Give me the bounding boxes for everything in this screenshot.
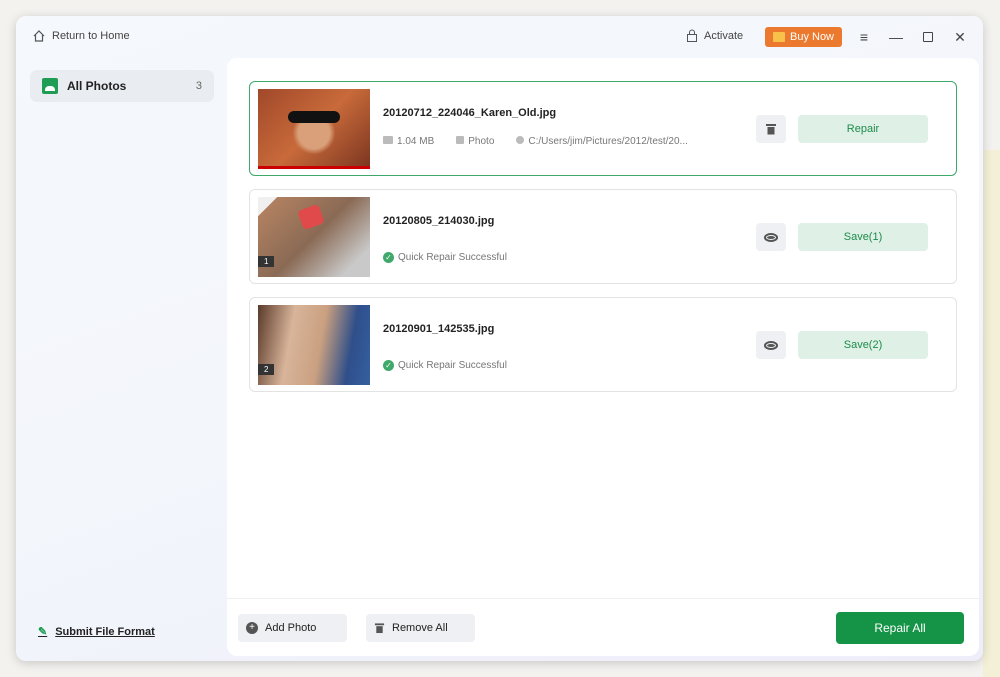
plus-icon: + [246, 622, 258, 634]
file-name: 20120901_142535.jpg [383, 323, 495, 335]
preview-button[interactable] [756, 331, 786, 359]
file-card[interactable]: 2 20120901_142535.jpg ✓ Quick Repair Succ… [249, 297, 957, 392]
activate-label: Activate [704, 29, 744, 42]
file-name: 20120805_214030.jpg [383, 215, 495, 227]
trash-icon [766, 124, 776, 135]
eye-icon [764, 232, 778, 242]
file-list-panel: 20120712_224046_Karen_Old.jpg 1.04 MB Ph… [227, 58, 979, 656]
sidebar-item-count: 3 [195, 80, 202, 92]
sidebar-item-all-photos[interactable]: All Photos 3 [30, 70, 214, 102]
thumbnail: 2 [258, 305, 370, 385]
thumbnail: 1 [258, 197, 370, 277]
repair-all-button[interactable]: Repair All [836, 612, 964, 644]
menu-icon[interactable]: ≡ [854, 27, 874, 47]
delete-button[interactable] [756, 115, 786, 143]
footer-bar: + Add Photo Remove All Repair All [227, 598, 979, 656]
version-badge: 2 [258, 364, 275, 375]
maximize-icon[interactable] [918, 27, 938, 47]
check-icon: ✓ [383, 360, 394, 371]
lock-icon [687, 29, 697, 42]
thumbnail [258, 89, 370, 169]
file-type: Photo [456, 136, 494, 147]
check-icon: ✓ [383, 252, 394, 263]
folder-icon [383, 136, 393, 144]
app-window: Return to Home Activate Buy Now ≡ — ✕ Al… [16, 16, 983, 661]
location-icon [516, 136, 525, 144]
remove-all-button[interactable]: Remove All [366, 614, 475, 642]
minimize-icon[interactable]: — [886, 27, 906, 47]
buy-now-button[interactable]: Buy Now [765, 27, 842, 47]
file-meta: 1.04 MB Photo C:/Users/jim/Pictures/2012… [383, 136, 688, 147]
cart-icon [772, 32, 785, 42]
return-home-label: Return to Home [52, 30, 130, 42]
title-bar: Return to Home Activate Buy Now ≡ — ✕ [16, 16, 983, 58]
repair-button[interactable]: Repair [798, 115, 928, 143]
return-home-button[interactable]: Return to Home [32, 29, 130, 43]
save-button[interactable]: Save(1) [798, 223, 928, 251]
activate-button[interactable]: Activate [686, 29, 743, 42]
repair-status: ✓ Quick Repair Successful [383, 360, 507, 371]
file-size: 1.04 MB [383, 136, 434, 147]
save-button[interactable]: Save(2) [798, 331, 928, 359]
repair-status: ✓ Quick Repair Successful [383, 252, 507, 263]
trash-icon [374, 623, 385, 634]
version-badge: 1 [258, 256, 275, 267]
file-path: C:/Users/jim/Pictures/2012/test/20... [516, 136, 688, 147]
submit-file-format-link[interactable]: ✎ Submit File Format [38, 625, 155, 639]
eye-icon [764, 340, 778, 350]
preview-button[interactable] [756, 223, 786, 251]
sidebar-item-label: All Photos [67, 79, 127, 93]
file-card[interactable]: 1 20120805_214030.jpg ✓ Quick Repair Succ… [249, 189, 957, 284]
add-photo-button[interactable]: + Add Photo [238, 614, 347, 642]
file-name: 20120712_224046_Karen_Old.jpg [383, 107, 557, 119]
close-icon[interactable]: ✕ [950, 27, 970, 47]
background-window [983, 150, 1000, 677]
home-icon [33, 30, 45, 42]
photo-icon [42, 78, 58, 94]
file-icon [456, 136, 465, 144]
file-card[interactable]: 20120712_224046_Karen_Old.jpg 1.04 MB Ph… [249, 81, 957, 176]
submit-label: Submit File Format [55, 625, 155, 638]
pencil-icon: ✎ [38, 626, 48, 638]
buy-now-label: Buy Now [789, 31, 835, 43]
